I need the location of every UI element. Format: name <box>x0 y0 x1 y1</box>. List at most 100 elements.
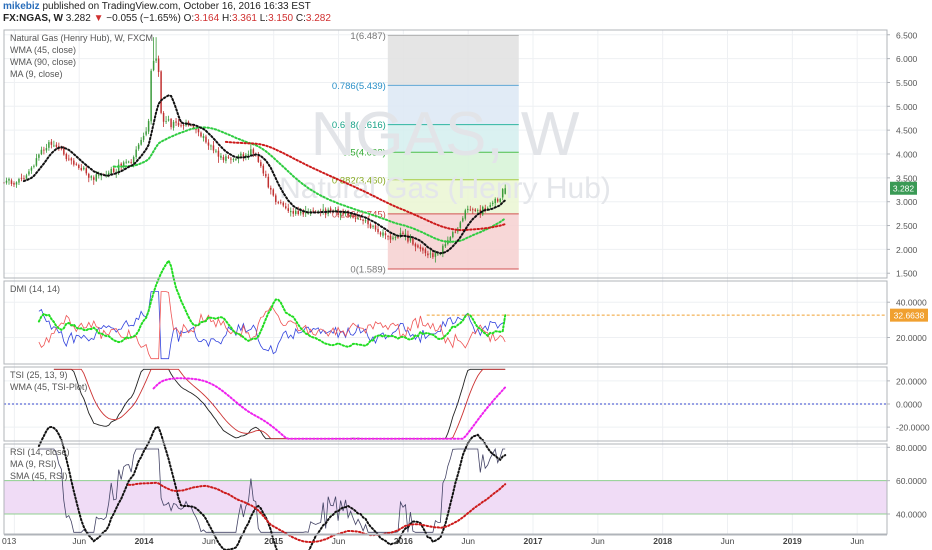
time-axis-label: 2018 <box>653 536 672 546</box>
candle-body <box>432 253 434 258</box>
candle-body <box>409 237 412 241</box>
watermark-symbol: NGAS, W <box>311 100 580 169</box>
candle-body <box>73 160 75 165</box>
candle-body <box>112 168 115 172</box>
chart-canvas[interactable]: 1(6.487)0.786(5.439)0.618(4.616)0.5(4.03… <box>0 0 932 550</box>
candle-body <box>33 165 35 167</box>
dmi-last-badge-label: 32.6638 <box>894 311 925 321</box>
chart-header: mikebiz published on TradingView.com, Oc… <box>3 1 331 25</box>
candle-body <box>15 182 18 185</box>
candle-body <box>63 148 65 155</box>
high-value: 3.361 <box>231 13 257 24</box>
candle-body <box>297 210 299 215</box>
time-axis-label: Jun <box>202 536 216 546</box>
panel-legend-text[interactable]: SMA (45, RSI) <box>10 471 68 481</box>
candle-body <box>377 228 379 233</box>
candle-body <box>419 246 422 250</box>
panel-legend-text[interactable]: WMA (45, TSI-Plot) <box>10 382 87 392</box>
candle-body <box>110 168 112 174</box>
open-label: O: <box>183 13 195 24</box>
candle-body <box>155 58 157 61</box>
last-price-badge-label: 3.282 <box>893 184 915 194</box>
candle-body <box>135 149 137 157</box>
candle-body <box>469 209 472 211</box>
candle-body <box>13 182 15 185</box>
candle-body <box>427 253 429 256</box>
panel-legend-text[interactable]: Natural Gas (Henry Hub), W, FXCM <box>10 33 153 43</box>
y-tick-label: 4.000 <box>896 150 918 160</box>
last-price: 3.282 <box>65 13 91 24</box>
panel-legend-text[interactable]: DMI (14, 14) <box>10 284 60 294</box>
candle-body <box>160 71 162 113</box>
time-axis-label: Jun <box>72 536 86 546</box>
candle-body <box>202 136 205 139</box>
panel-legend-text[interactable]: WMA (90, close) <box>10 57 76 67</box>
y-tick-label: 5.500 <box>896 78 918 88</box>
panel-legend-text[interactable]: TSI (25, 13, 9) <box>10 370 68 380</box>
candle-body <box>434 253 437 257</box>
candle-body <box>90 176 93 178</box>
candle-body <box>374 225 377 230</box>
candle-body <box>55 144 58 147</box>
y-tick-label: 40.0000 <box>896 510 927 520</box>
y-tick-label: 2.000 <box>896 245 918 255</box>
down-arrow-icon: ▼ <box>93 13 104 24</box>
candle-body <box>282 202 285 206</box>
candle-body <box>242 154 245 157</box>
panel-legend-text[interactable]: MA (9, RSI) <box>10 459 57 469</box>
candle-body <box>125 161 127 163</box>
candle-body <box>367 220 369 225</box>
candle-body <box>142 135 145 140</box>
candle-body <box>472 209 474 211</box>
panel-legend-text[interactable]: RSI (14, close) <box>10 447 70 457</box>
watermark: NGAS, W Natural Gas (Henry Hub) <box>279 100 611 205</box>
candle-body <box>379 232 382 235</box>
candle-body <box>359 219 362 220</box>
time-axis-label: Jun <box>332 536 346 546</box>
time-axis-label: 2019 <box>783 536 802 546</box>
y-tick-label: 0.0000 <box>896 400 922 410</box>
publish-line: mikebiz published on TradingView.com, Oc… <box>3 1 331 13</box>
candle-body <box>180 125 182 127</box>
candle-body <box>170 118 172 128</box>
panel-legend-text[interactable]: MA (9, close) <box>10 69 63 79</box>
candle-body <box>250 149 252 155</box>
candle-body <box>28 171 30 175</box>
time-axis-label: 2014 <box>135 536 154 546</box>
candle-body <box>362 219 364 221</box>
candle-body <box>292 211 294 214</box>
candle-body <box>162 112 165 122</box>
candle-body <box>277 202 280 204</box>
candle-body <box>384 233 387 236</box>
rsi-panel[interactable] <box>4 425 887 550</box>
candle-body <box>462 218 464 222</box>
candle-body <box>322 209 324 211</box>
candle-body <box>392 237 394 239</box>
candle-body <box>389 235 392 240</box>
candle-body <box>449 237 452 241</box>
candle-body <box>467 208 469 211</box>
candle-body <box>68 158 70 160</box>
candle-body <box>287 208 290 212</box>
y-tick-label: 6.500 <box>896 30 918 40</box>
candle-body <box>50 141 53 145</box>
author-link[interactable]: mikebiz <box>3 1 40 12</box>
candle-body <box>240 153 242 156</box>
candle-body <box>260 162 262 167</box>
candle-body <box>232 159 235 161</box>
candle-body <box>80 167 83 171</box>
candle-body <box>5 180 8 183</box>
candle-body <box>382 232 384 236</box>
panel-legend-text[interactable]: WMA (45, close) <box>10 45 76 55</box>
candle-body <box>230 158 232 160</box>
candle-body <box>200 132 202 137</box>
candle-body <box>88 173 90 178</box>
tsi-wma-line <box>152 377 507 440</box>
candle-body <box>48 142 50 148</box>
candle-body <box>43 149 45 151</box>
candle-body <box>40 149 43 155</box>
y-tick-label: 40.0000 <box>896 298 927 308</box>
candle-body <box>404 233 407 235</box>
candle-body <box>357 218 359 219</box>
dmi-panel[interactable] <box>37 258 887 360</box>
